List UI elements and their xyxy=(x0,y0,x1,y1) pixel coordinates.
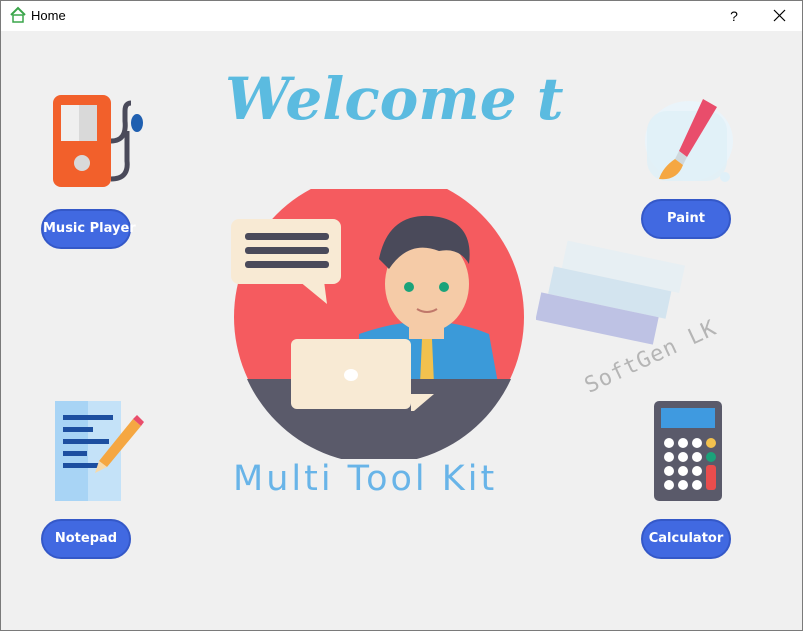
window-title: Home xyxy=(31,8,66,23)
calculator-button[interactable]: Calculator xyxy=(641,519,731,559)
help-button[interactable]: ? xyxy=(715,1,753,31)
home-icon xyxy=(10,6,26,23)
notepad-icon xyxy=(55,401,144,501)
close-icon[interactable] xyxy=(761,1,799,31)
welcome-text: Welcome to xyxy=(225,65,563,133)
music-player-icon xyxy=(53,95,143,187)
welcome-heading: Welcome to xyxy=(225,65,563,133)
hero-illustration xyxy=(231,189,524,459)
main-window: Home ? Welcome to xyxy=(0,0,803,631)
music-player-button[interactable]: Music Player xyxy=(41,209,136,249)
title-bar: Home ? xyxy=(1,1,802,31)
app-title: Multi Tool Kit xyxy=(233,459,498,499)
notepad-button[interactable]: Notepad xyxy=(41,519,131,559)
client-area: Welcome to xyxy=(1,31,802,630)
calculator-icon xyxy=(654,401,722,501)
paint-brush-icon xyxy=(645,99,733,182)
paint-button[interactable]: Paint xyxy=(641,199,731,239)
